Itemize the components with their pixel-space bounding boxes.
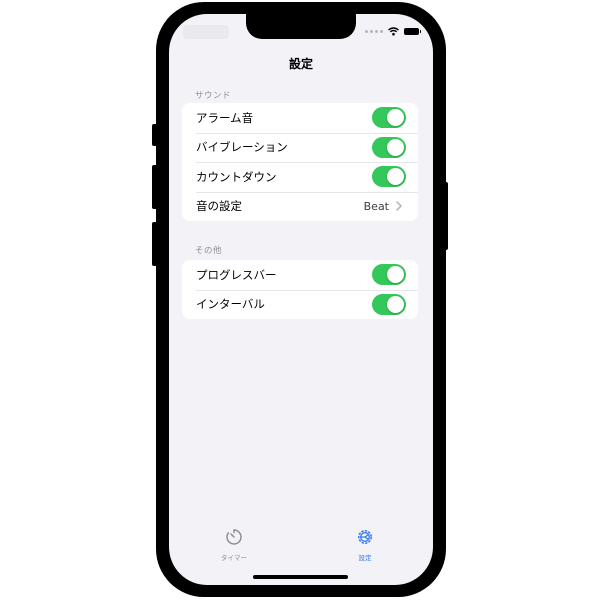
gear-icon — [358, 530, 372, 544]
progress-bar-toggle[interactable] — [372, 264, 406, 286]
row-label: インターバル — [196, 297, 265, 312]
tab-label: タイマー — [221, 554, 247, 562]
signal-icon — [365, 29, 383, 33]
toggle-knob — [387, 295, 404, 313]
countdown-toggle[interactable] — [372, 166, 406, 188]
setting-row-interval: インターバル — [182, 289, 418, 320]
sound-value: Beat — [363, 199, 389, 213]
wifi-icon — [388, 26, 399, 35]
setting-row-sound-settings[interactable]: 音の設定 Beat — [182, 191, 418, 222]
tab-timer[interactable]: タイマー — [204, 528, 264, 562]
vibration-toggle[interactable] — [372, 136, 406, 158]
row-label: カウントダウン — [196, 169, 277, 184]
chevron-right-icon — [396, 199, 406, 213]
timer-icon — [226, 529, 242, 545]
setting-row-vibration: バイブレーション — [182, 132, 418, 163]
section-header-sound: サウンド — [195, 91, 232, 101]
interval-toggle[interactable] — [372, 293, 406, 315]
setting-row-progress-bar: プログレスバー — [182, 260, 418, 290]
alarm-sound-toggle[interactable] — [372, 107, 406, 129]
toggle-knob — [387, 266, 404, 284]
tab-bar: タイマー 設定 — [169, 528, 433, 568]
row-label: プログレスバー — [196, 267, 277, 282]
toggle-knob — [387, 109, 404, 127]
tab-label: 設定 — [358, 554, 372, 562]
status-indicators — [365, 25, 421, 37]
row-label: アラーム音 — [196, 110, 254, 125]
screen: 設定 サウンド アラーム音 バイブレーション カウントダウン 音の設定 Beat… — [169, 14, 433, 585]
battery-icon — [404, 27, 421, 35]
setting-row-alarm-sound: アラーム音 — [182, 103, 418, 133]
home-indicator — [253, 575, 348, 579]
section-header-other: その他 — [195, 246, 223, 256]
settings-group-other: プログレスバー インターバル — [182, 260, 418, 319]
setting-row-countdown: カウントダウン — [182, 162, 418, 192]
page-title: 設定 — [288, 57, 313, 71]
notch — [246, 14, 356, 39]
status-time-placeholder — [183, 25, 229, 39]
toggle-knob — [387, 138, 404, 156]
row-label: バイブレーション — [196, 140, 288, 155]
tab-settings[interactable]: 設定 — [335, 528, 395, 562]
row-label: 音の設定 — [196, 199, 242, 214]
toggle-knob — [387, 168, 404, 186]
settings-group-sound: アラーム音 バイブレーション カウントダウン 音の設定 Beat — [182, 103, 418, 221]
